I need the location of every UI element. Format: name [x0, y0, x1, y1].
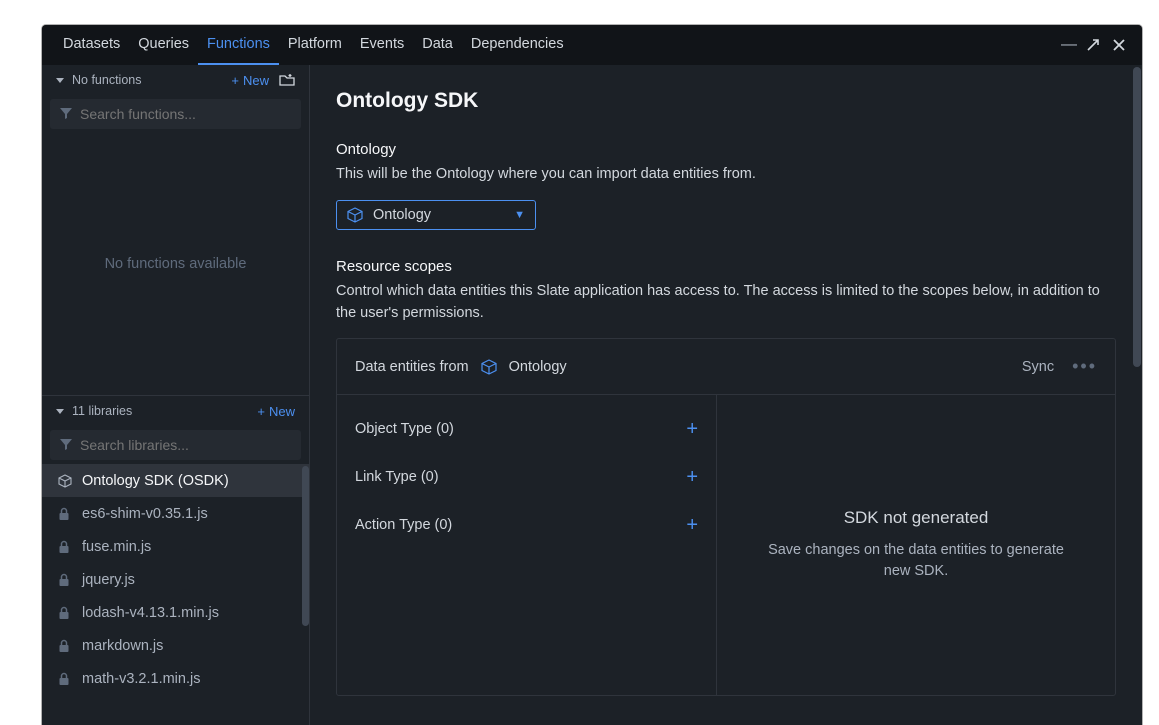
add-object-type-button[interactable]: +: [686, 418, 698, 441]
lock-icon: [58, 540, 72, 554]
library-item-label: Ontology SDK (OSDK): [82, 473, 229, 489]
link-type-label: Link Type (0): [355, 469, 439, 485]
sidebar: No functions + New: [42, 65, 310, 725]
chevron-down-icon: ▼: [514, 209, 525, 221]
action-type-row: Action Type (0) +: [337, 501, 716, 549]
tab-functions[interactable]: Functions: [198, 25, 279, 65]
lock-icon: [58, 606, 72, 620]
filter-icon: [59, 437, 73, 451]
cube-icon: [347, 207, 363, 223]
entities-panel-body: Object Type (0) + Link Type (0) + Action…: [337, 395, 1115, 695]
expand-icon[interactable]: [1086, 38, 1104, 52]
library-item-osdk[interactable]: Ontology SDK (OSDK): [42, 464, 309, 497]
app-window: Datasets Queries Functions Platform Even…: [42, 25, 1142, 725]
library-item-label: es6-shim-v0.35.1.js: [82, 506, 208, 522]
new-library-button[interactable]: + New: [257, 404, 295, 419]
action-type-label: Action Type (0): [355, 517, 452, 533]
entity-types-list: Object Type (0) + Link Type (0) + Action…: [337, 395, 717, 695]
lock-icon: [58, 573, 72, 587]
library-item[interactable]: es6-shim-v0.35.1.js: [42, 497, 309, 530]
sdk-empty-desc: Save changes on the data entities to gen…: [757, 540, 1075, 584]
scrollbar-track[interactable]: [1132, 65, 1142, 725]
object-type-label: Object Type (0): [355, 421, 454, 437]
tab-dependencies[interactable]: Dependencies: [462, 25, 573, 65]
minimize-icon[interactable]: —: [1060, 36, 1078, 54]
new-library-label: New: [269, 404, 295, 419]
tab-events[interactable]: Events: [351, 25, 413, 65]
panel-header-prefix: Data entities from: [355, 359, 469, 375]
window-controls: —: [1060, 36, 1130, 54]
library-item-label: lodash-v4.13.1.min.js: [82, 605, 219, 621]
functions-header-label: No functions: [72, 73, 141, 87]
sdk-empty-title: SDK not generated: [844, 508, 989, 528]
libraries-search-input[interactable]: [50, 430, 301, 460]
library-item-label: markdown.js: [82, 638, 163, 654]
new-function-label: New: [243, 73, 269, 88]
tab-queries[interactable]: Queries: [129, 25, 198, 65]
library-item[interactable]: markdown.js: [42, 629, 309, 662]
cube-icon: [58, 474, 72, 488]
cube-icon: [481, 359, 497, 375]
main-content: Ontology SDK Ontology This will be the O…: [310, 65, 1142, 725]
sdk-empty-state: SDK not generated Save changes on the da…: [717, 395, 1115, 695]
entities-panel: Data entities from Ontology Sync •••: [336, 338, 1116, 696]
link-type-row: Link Type (0) +: [337, 453, 716, 501]
add-link-type-button[interactable]: +: [686, 466, 698, 489]
tab-datasets[interactable]: Datasets: [54, 25, 129, 65]
library-item-label: math-v3.2.1.min.js: [82, 671, 200, 687]
functions-section: No functions + New: [42, 65, 309, 395]
library-item-label: fuse.min.js: [82, 539, 151, 555]
lock-icon: [58, 507, 72, 521]
caret-down-icon[interactable]: [56, 78, 64, 83]
tab-bar: Datasets Queries Functions Platform Even…: [42, 25, 1142, 65]
libraries-header-label: 11 libraries: [72, 404, 132, 418]
libraries-list: Ontology SDK (OSDK) es6-shim-v0.35.1.js …: [42, 464, 309, 725]
plus-icon: +: [257, 404, 265, 419]
folder-icon[interactable]: [279, 73, 295, 87]
scrollbar-thumb[interactable]: [1133, 67, 1141, 367]
filter-icon: [59, 106, 73, 120]
lock-icon: [58, 672, 72, 686]
tab-data[interactable]: Data: [413, 25, 462, 65]
entities-panel-header: Data entities from Ontology Sync •••: [337, 339, 1115, 395]
sync-button[interactable]: Sync: [1022, 359, 1054, 375]
plus-icon: +: [231, 73, 239, 88]
library-item[interactable]: jquery.js: [42, 563, 309, 596]
panel-header-ontology: Ontology: [509, 359, 567, 375]
library-item[interactable]: fuse.min.js: [42, 530, 309, 563]
more-icon[interactable]: •••: [1072, 356, 1097, 377]
libraries-section: 11 libraries + New: [42, 395, 309, 725]
scopes-section-label: Resource scopes: [336, 258, 1116, 275]
ontology-section-desc: This will be the Ontology where you can …: [336, 164, 1116, 186]
library-item[interactable]: lodash-v4.13.1.min.js: [42, 596, 309, 629]
ontology-section-label: Ontology: [336, 141, 1116, 158]
ontology-select-value: Ontology: [373, 207, 431, 223]
caret-down-icon[interactable]: [56, 409, 64, 414]
lock-icon: [58, 639, 72, 653]
functions-search-input[interactable]: [50, 99, 301, 129]
page-title: Ontology SDK: [336, 89, 1116, 113]
tab-platform[interactable]: Platform: [279, 25, 351, 65]
close-icon[interactable]: [1112, 38, 1130, 52]
ontology-select[interactable]: Ontology ▼: [336, 200, 536, 230]
body-area: No functions + New: [42, 65, 1142, 725]
scopes-section-desc: Control which data entities this Slate a…: [336, 281, 1116, 325]
scrollbar-thumb[interactable]: [302, 466, 309, 626]
add-action-type-button[interactable]: +: [686, 514, 698, 537]
new-function-button[interactable]: + New: [231, 73, 269, 88]
functions-empty-message: No functions available: [42, 133, 309, 395]
libraries-header: 11 libraries + New: [42, 396, 309, 426]
tabs: Datasets Queries Functions Platform Even…: [54, 25, 573, 65]
functions-header: No functions + New: [42, 65, 309, 95]
library-item[interactable]: math-v3.2.1.min.js: [42, 662, 309, 695]
object-type-row: Object Type (0) +: [337, 405, 716, 453]
library-item-label: jquery.js: [82, 572, 135, 588]
